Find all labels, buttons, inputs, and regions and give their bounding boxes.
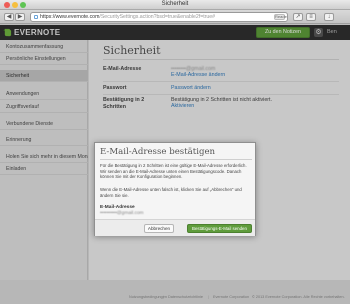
url-host: https://www.evernote.com [40, 14, 100, 20]
forward-button[interactable]: ▶ [15, 13, 25, 21]
browser-toolbar: ◀ ▶ https://www.evernote.com/SecuritySet… [0, 10, 350, 24]
back-button[interactable]: ◀ [4, 13, 14, 21]
dialog-divider [100, 159, 252, 160]
reader-button[interactable]: Reader [274, 14, 287, 20]
confirm-email-dialog: E-Mail-Adresse bestätigen Für die Bestät… [94, 142, 256, 236]
url-path: /SecuritySettings.action?bsd=true&enable… [99, 14, 216, 20]
dialog-email-value: ••••••••••@gmail.com [100, 211, 144, 216]
address-bar[interactable]: https://www.evernote.com/SecuritySetting… [30, 12, 288, 22]
dialog-paragraph-2: Wenn die E-Mail-Adresse unten falsch ist… [100, 187, 242, 198]
window-title: Sicherheit [161, 1, 189, 7]
lock-icon [34, 15, 38, 19]
downloads-icon[interactable]: ↓ [324, 13, 334, 21]
cancel-button[interactable]: Abbrechen [144, 224, 174, 233]
send-confirmation-button[interactable]: Bestätigungs-E-Mail senden [187, 224, 252, 233]
dialog-footer: Abbrechen Bestätigungs-E-Mail senden [95, 219, 255, 236]
dialog-email-label: E-Mail-Adresse [100, 205, 135, 210]
share-icon[interactable]: ↗ [293, 13, 303, 21]
dialog-paragraph-1: Für die Bestätigung in 2 Schritten ist e… [100, 163, 247, 180]
dialog-title: E-Mail-Adresse bestätigen [100, 147, 216, 157]
window-titlebar: Sicherheit [0, 0, 350, 10]
reading-list-icon[interactable]: ≡ [306, 13, 316, 21]
